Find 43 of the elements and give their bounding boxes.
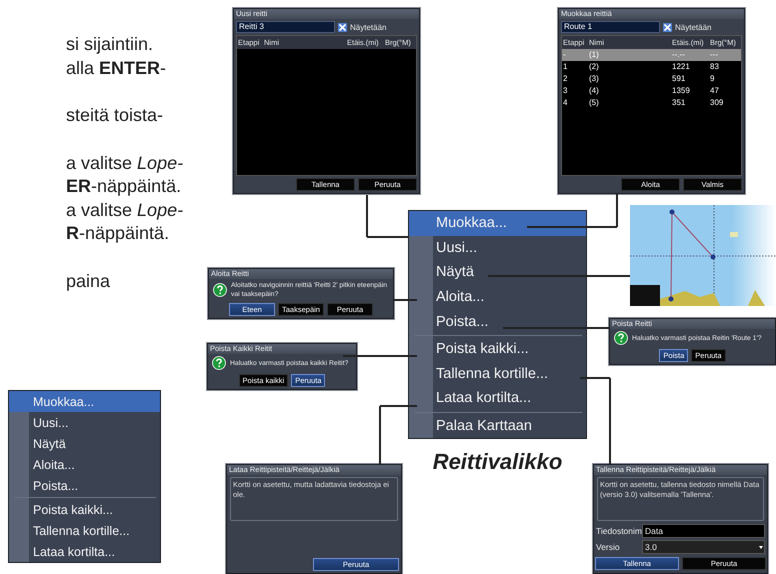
menu-item[interactable]: Palaa Karttaan — [409, 414, 586, 438]
route-name-field[interactable]: Reitti 3 — [236, 21, 335, 33]
question-icon — [213, 283, 227, 297]
manual-text: steitä toista- — [66, 104, 164, 127]
menu-item[interactable]: Lataa kortilta... — [409, 386, 586, 411]
menu-item[interactable]: Uusi... — [409, 236, 586, 260]
menu-item[interactable]: Näytä — [409, 260, 586, 285]
checkbox-label: Näytetään — [675, 22, 712, 32]
checkbox[interactable] — [338, 22, 347, 32]
manual-text: ER-näppäintä. — [66, 175, 182, 198]
menu-item[interactable]: Aloita... — [409, 284, 586, 310]
menu-item[interactable]: Tallenna kortille... — [409, 362, 586, 386]
menu-item[interactable]: Näytä — [9, 433, 160, 454]
file-name-field[interactable]: Data — [642, 524, 765, 538]
checkbox[interactable] — [663, 22, 672, 32]
manual-text: alla ENTER- — [66, 56, 168, 80]
table-row[interactable]: 4 (5) 351 309 — [562, 97, 741, 109]
menu-item[interactable]: Lataa kortilta... — [9, 541, 160, 562]
table-row[interactable]: 1 (2) 1221 83 — [562, 61, 741, 73]
manual-text: R-näppäintä. — [66, 222, 170, 245]
menu-item[interactable]: Aloita... — [9, 454, 160, 475]
figure-caption: Reittivalikko — [432, 449, 564, 475]
question-icon — [212, 356, 226, 370]
menu-item[interactable]: Tallenna kortille... — [9, 520, 160, 541]
menu-item[interactable]: Poista kaikki... — [409, 336, 586, 362]
route-name-field[interactable]: Route 1 — [561, 21, 660, 33]
menu-item[interactable]: Poista kaikki... — [9, 499, 160, 520]
menu-item[interactable]: Uusi... — [9, 412, 160, 433]
manual-text: paina — [66, 270, 112, 293]
menu-item[interactable]: Poista... — [409, 309, 586, 334]
manual-text: a valitse Lope- — [66, 198, 184, 222]
checkbox-label: Näytetään — [350, 22, 386, 32]
manual-text: a valitse Lope- — [66, 152, 184, 175]
menu-item[interactable]: Poista... — [9, 475, 160, 496]
field-label: Versio — [596, 542, 621, 552]
question-icon — [614, 331, 628, 345]
version-dropdown[interactable]: 3.0 — [642, 540, 765, 554]
field-label: Tiedostonim — [596, 526, 642, 536]
menu-item[interactable]: Muokkaa... — [9, 391, 160, 412]
menu-item[interactable]: Muokkaa... — [409, 211, 586, 236]
manual-text: si sijaintiin. — [66, 33, 154, 56]
table-row[interactable]: 3 (4) 1359 47 — [562, 85, 741, 97]
table-row[interactable]: 2 (3) 591 9 — [562, 73, 741, 85]
